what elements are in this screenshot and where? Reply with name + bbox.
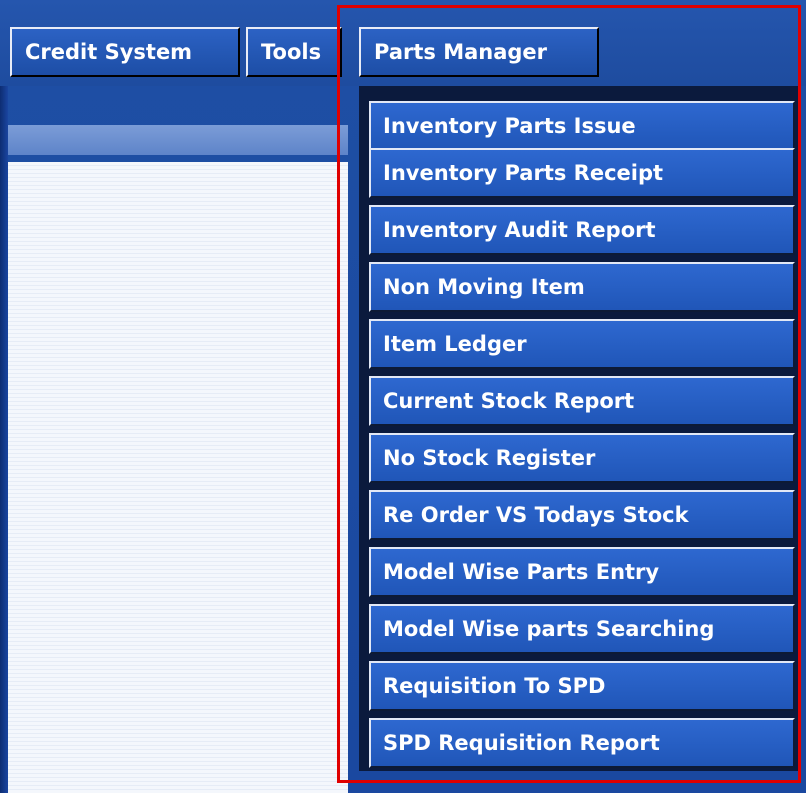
menu-item-inventory-parts-receipt[interactable]: Inventory Parts Receipt <box>369 148 795 198</box>
menu-item-re-order-vs-todays-stock[interactable]: Re Order VS Todays Stock <box>369 490 795 540</box>
left-edge-strip <box>0 0 8 793</box>
menu-credit-system[interactable]: Credit System <box>10 27 240 77</box>
parts-manager-dropdown: Inventory Parts Issue Inventory Parts Re… <box>359 86 801 771</box>
menu-item-no-stock-register[interactable]: No Stock Register <box>369 433 795 483</box>
menu-item-inventory-audit-report[interactable]: Inventory Audit Report <box>369 205 795 255</box>
content-area <box>8 162 348 793</box>
menu-item-model-wise-parts-entry[interactable]: Model Wise Parts Entry <box>369 547 795 597</box>
menu-tools[interactable]: Tools <box>246 27 342 77</box>
top-menu-bar: Credit System Tools Parts Manager <box>0 0 806 86</box>
menu-item-inventory-parts-issue[interactable]: Inventory Parts Issue <box>369 101 795 151</box>
menu-item-requisition-to-spd[interactable]: Requisition To SPD <box>369 661 795 711</box>
header-stripe-band <box>8 125 348 155</box>
menu-item-current-stock-report[interactable]: Current Stock Report <box>369 376 795 426</box>
menu-item-item-ledger[interactable]: Item Ledger <box>369 319 795 369</box>
menu-item-non-moving-item[interactable]: Non Moving Item <box>369 262 795 312</box>
menu-item-spd-requisition-report[interactable]: SPD Requisition Report <box>369 718 795 768</box>
application-window: Credit System Tools Parts Manager Invent… <box>0 0 806 793</box>
menu-item-model-wise-parts-searching[interactable]: Model Wise parts Searching <box>369 604 795 654</box>
menu-parts-manager[interactable]: Parts Manager <box>359 27 599 77</box>
